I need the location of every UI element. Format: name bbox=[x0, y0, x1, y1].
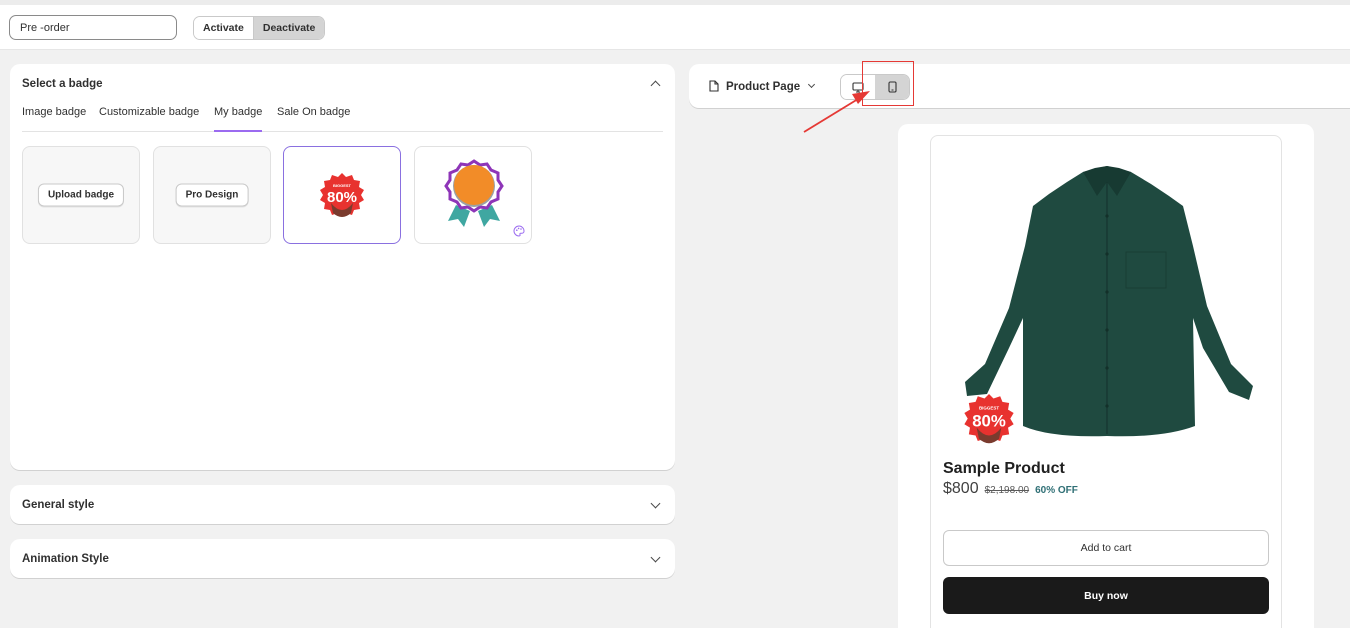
upload-badge-button[interactable]: Upload badge bbox=[37, 183, 125, 207]
top-bar: Activate Deactivate bbox=[0, 5, 1350, 50]
animation-style-title: Animation Style bbox=[22, 553, 109, 565]
activate-button[interactable]: Activate bbox=[194, 17, 253, 39]
tab-my-badge[interactable]: My badge bbox=[214, 106, 263, 132]
badge-small-text: BIGGEST bbox=[979, 406, 999, 411]
badge-80-text: 80% bbox=[972, 411, 1006, 430]
highlight-box bbox=[862, 61, 914, 106]
product-price: $800 bbox=[943, 480, 979, 497]
tab-customizable-badge[interactable]: Customizable badge bbox=[99, 106, 199, 132]
select-badge-card: Select a badge Image badge Customizable … bbox=[10, 64, 675, 470]
page-select-label: Product Page bbox=[726, 81, 801, 93]
status-toggle: Activate Deactivate bbox=[193, 16, 326, 40]
compare-price: $2,198.00 bbox=[984, 485, 1030, 496]
product-name: Sample Product bbox=[943, 460, 1065, 477]
sale-badge-tile[interactable]: BIGGEST 80% bbox=[283, 146, 401, 244]
product-card: BIGGEST 80% Sample Product $800 $2,198.0… bbox=[930, 135, 1282, 628]
deactivate-button[interactable]: Deactivate bbox=[252, 17, 325, 39]
add-to-cart-button[interactable]: Add to cart bbox=[943, 530, 1269, 566]
page-select[interactable]: Product Page bbox=[726, 80, 816, 93]
chevron-down-icon bbox=[808, 80, 816, 89]
product-preview-panel: BIGGEST 80% Sample Product $800 $2,198.0… bbox=[898, 124, 1314, 628]
discount-label: 60% OFF bbox=[1035, 485, 1078, 496]
palette-icon[interactable] bbox=[513, 225, 525, 237]
price-row: $800 $2,198.00 60% OFF bbox=[943, 480, 1078, 498]
corner-sale-badge-icon: BIGGEST 80% bbox=[964, 394, 1014, 444]
chevron-up-icon[interactable] bbox=[650, 80, 661, 91]
buy-now-button[interactable]: Buy now bbox=[943, 577, 1269, 614]
page-icon bbox=[709, 80, 719, 92]
select-badge-title: Select a badge bbox=[22, 78, 103, 90]
general-style-title: General style bbox=[22, 499, 95, 511]
chevron-down-icon[interactable] bbox=[650, 552, 661, 563]
badge-name-input[interactable] bbox=[9, 15, 177, 40]
preview-toolbar: Product Page bbox=[689, 64, 1350, 108]
rosette-badge-tile[interactable] bbox=[414, 146, 532, 244]
tab-sale-on-badge[interactable]: Sale On badge bbox=[277, 106, 350, 132]
tab-image-badge[interactable]: Image badge bbox=[22, 106, 86, 132]
badge-80-text: 80% bbox=[327, 189, 357, 206]
chevron-down-icon[interactable] bbox=[650, 498, 661, 509]
badge-tabs: Image badge Customizable badge My badge … bbox=[22, 104, 663, 132]
sale-80-percent-badge-icon: BIGGEST 80% bbox=[320, 173, 364, 217]
pro-design-tile[interactable]: Pro Design bbox=[153, 146, 271, 244]
orange-rosette-badge-icon bbox=[444, 159, 504, 227]
animation-style-accordion[interactable]: Animation Style bbox=[10, 539, 675, 578]
badge-small-text: BIGGEST bbox=[333, 183, 352, 188]
upload-badge-tile[interactable]: Upload badge bbox=[22, 146, 140, 244]
general-style-accordion[interactable]: General style bbox=[10, 485, 675, 524]
pro-design-button[interactable]: Pro Design bbox=[175, 183, 249, 207]
